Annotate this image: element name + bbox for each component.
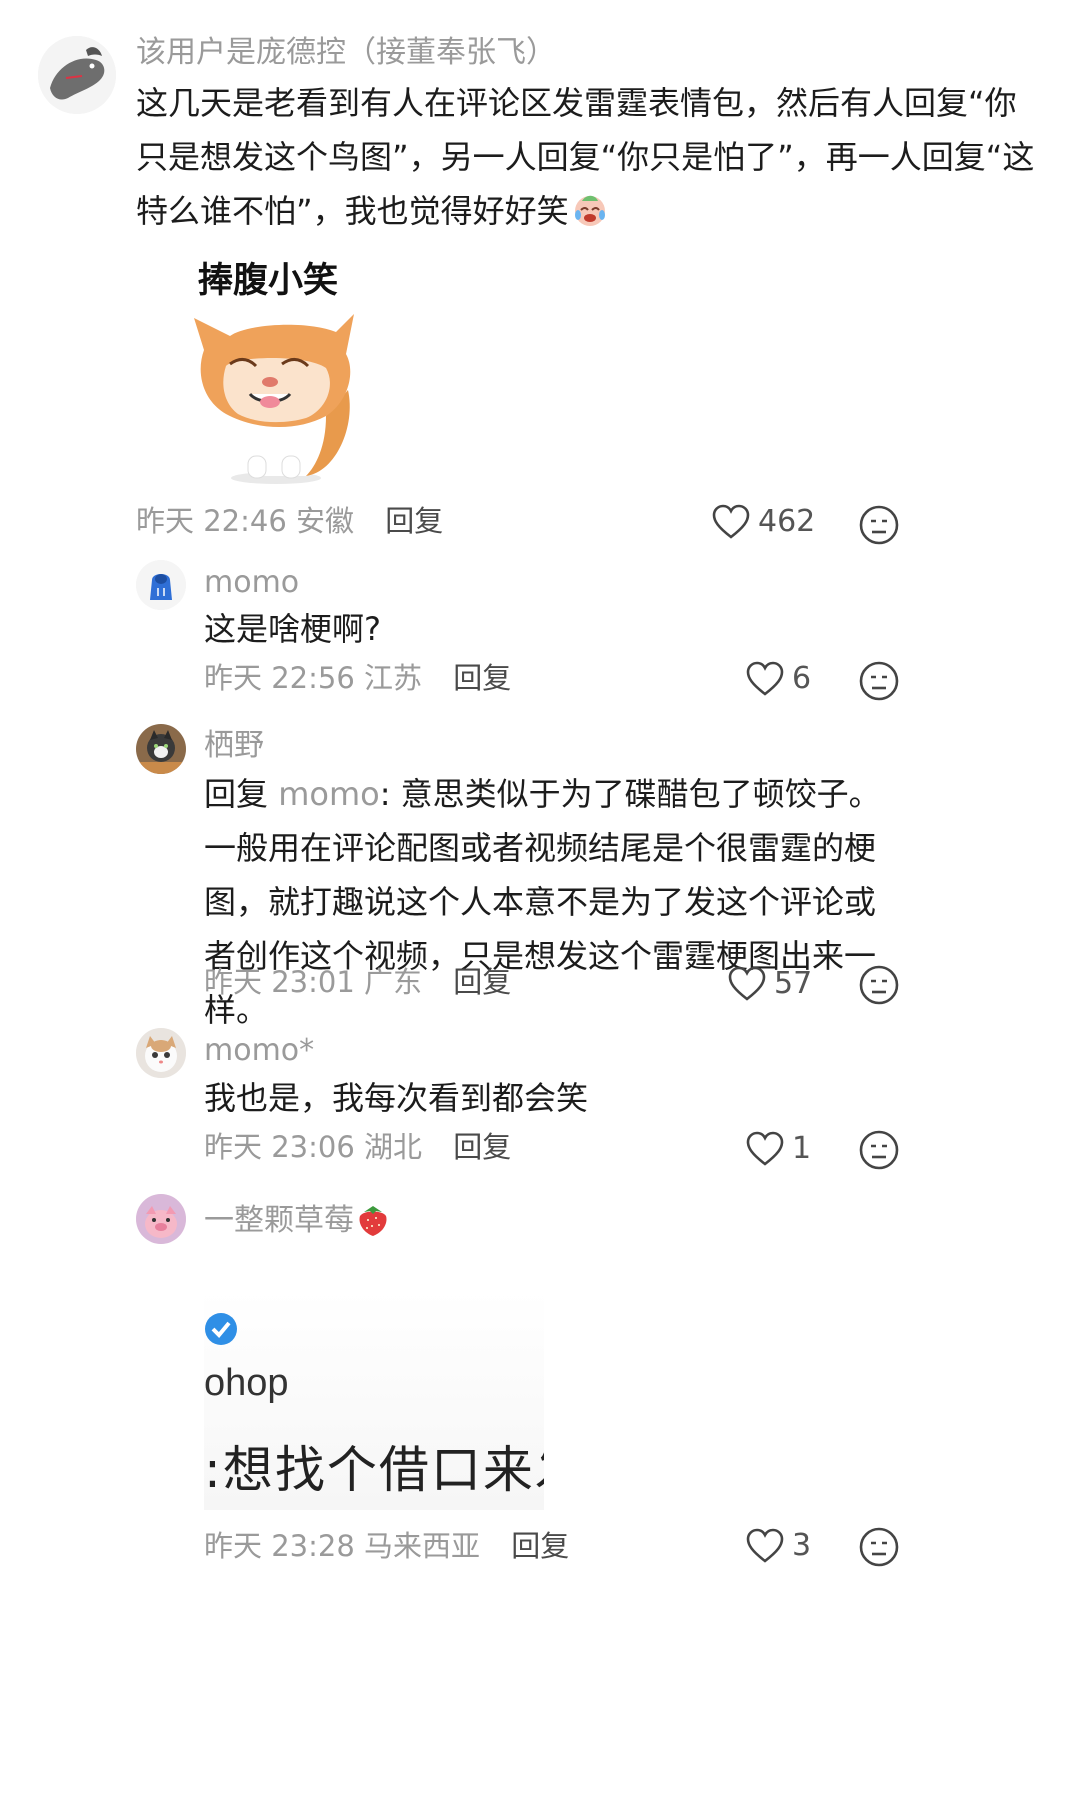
image-partial-name: ohop [204, 1362, 289, 1404]
reply-location: 江苏 [364, 661, 423, 695]
like-button[interactable]: 462 [712, 504, 815, 540]
crying-laughing-face-icon [574, 195, 605, 226]
comment-location: 安徽 [296, 504, 355, 538]
reaction-face-icon[interactable] [858, 660, 900, 702]
kitten-avatar-icon [136, 1028, 186, 1078]
reply-meta: 昨天 23:28 马来西亚 回复 [204, 1532, 569, 1561]
reaction-face-icon[interactable] [858, 504, 900, 546]
sticker-caption: 捧腹小笑 [198, 261, 339, 301]
blue-hoodie-avatar-icon [136, 560, 186, 610]
reply-button[interactable]: 回复 [453, 965, 511, 999]
heart-icon [728, 966, 766, 1001]
image-partial-text: :想找个借口来发 [204, 1441, 544, 1499]
reply-username-text[interactable]: 一整颗草莓 [204, 1203, 354, 1238]
like-count: 3 [792, 1528, 812, 1563]
reply-time: 昨天 23:01 [204, 965, 355, 999]
reply-location: 湖北 [364, 1130, 423, 1164]
sticker-image[interactable] [186, 306, 386, 490]
reply-time: 昨天 22:56 [204, 661, 355, 695]
cartoon-bird-avatar-icon [38, 36, 116, 114]
reply-to-user[interactable]: momo [278, 775, 380, 813]
reply-text: 这是啥梗啊? [204, 610, 381, 648]
reply-username: 一整颗草莓 [204, 1202, 390, 1238]
comment-username[interactable]: 该用户是庞德控（接董奉张飞） [136, 38, 556, 68]
reply-username[interactable]: 栖野 [204, 731, 264, 761]
reply-prefix: 回复 [204, 775, 269, 813]
heart-icon [746, 1528, 784, 1563]
reaction-face-icon[interactable] [858, 964, 900, 1006]
avatar[interactable] [136, 724, 186, 774]
reply-meta: 昨天 23:01 广东 回复 [204, 968, 511, 997]
reply-meta: 昨天 23:06 湖北 回复 [204, 1133, 511, 1162]
pink-pig-avatar-icon [136, 1194, 186, 1244]
reaction-face-icon[interactable] [858, 1129, 900, 1171]
like-count: 462 [758, 504, 816, 539]
reply-location: 马来西亚 [364, 1529, 481, 1563]
reply-colon: : [379, 775, 391, 813]
comment-text: 这几天是老看到有人在评论区发雷霆表情包，然后有人回复“你只是想发这个鸟图”，另一… [136, 76, 1036, 238]
heart-icon [712, 504, 750, 539]
avatar[interactable] [136, 1194, 186, 1244]
reply-location: 广东 [364, 965, 423, 999]
heart-icon [746, 661, 784, 696]
avatar[interactable] [38, 36, 116, 114]
reply-text: 我也是，我每次看到都会笑 [204, 1079, 589, 1117]
comment-meta: 昨天 22:46 安徽 回复 [136, 507, 443, 536]
heart-icon [746, 1131, 784, 1166]
reply-button[interactable]: 回复 [453, 1130, 511, 1164]
like-count: 6 [792, 661, 812, 696]
avatar[interactable] [136, 560, 186, 610]
like-count: 57 [774, 966, 813, 1001]
like-button[interactable]: 1 [746, 1131, 811, 1167]
like-button[interactable]: 6 [746, 661, 811, 697]
attached-image[interactable]: ohop :想找个借口来发 [204, 1290, 544, 1510]
reply-button[interactable]: 回复 [453, 661, 511, 695]
reply-time: 昨天 23:06 [204, 1130, 355, 1164]
avatar[interactable] [136, 1028, 186, 1078]
reply-meta: 昨天 22:56 江苏 回复 [204, 664, 511, 693]
like-count: 1 [792, 1131, 812, 1166]
like-button[interactable]: 3 [746, 1528, 811, 1564]
comment-time: 昨天 22:46 [136, 504, 287, 538]
reply-username[interactable]: momo* [204, 1036, 314, 1066]
reaction-face-icon[interactable] [858, 1526, 900, 1568]
reply-button[interactable]: 回复 [385, 504, 443, 538]
reply-username[interactable]: momo [204, 568, 299, 598]
like-button[interactable]: 57 [728, 966, 812, 1002]
verified-badge-icon [205, 1313, 237, 1345]
strawberry-icon [359, 1206, 387, 1236]
reply-time: 昨天 23:28 [204, 1529, 355, 1563]
reply-button[interactable]: 回复 [511, 1529, 569, 1563]
laughing-cat-sticker-icon [194, 314, 354, 484]
cat-photo-avatar-icon [136, 724, 186, 774]
